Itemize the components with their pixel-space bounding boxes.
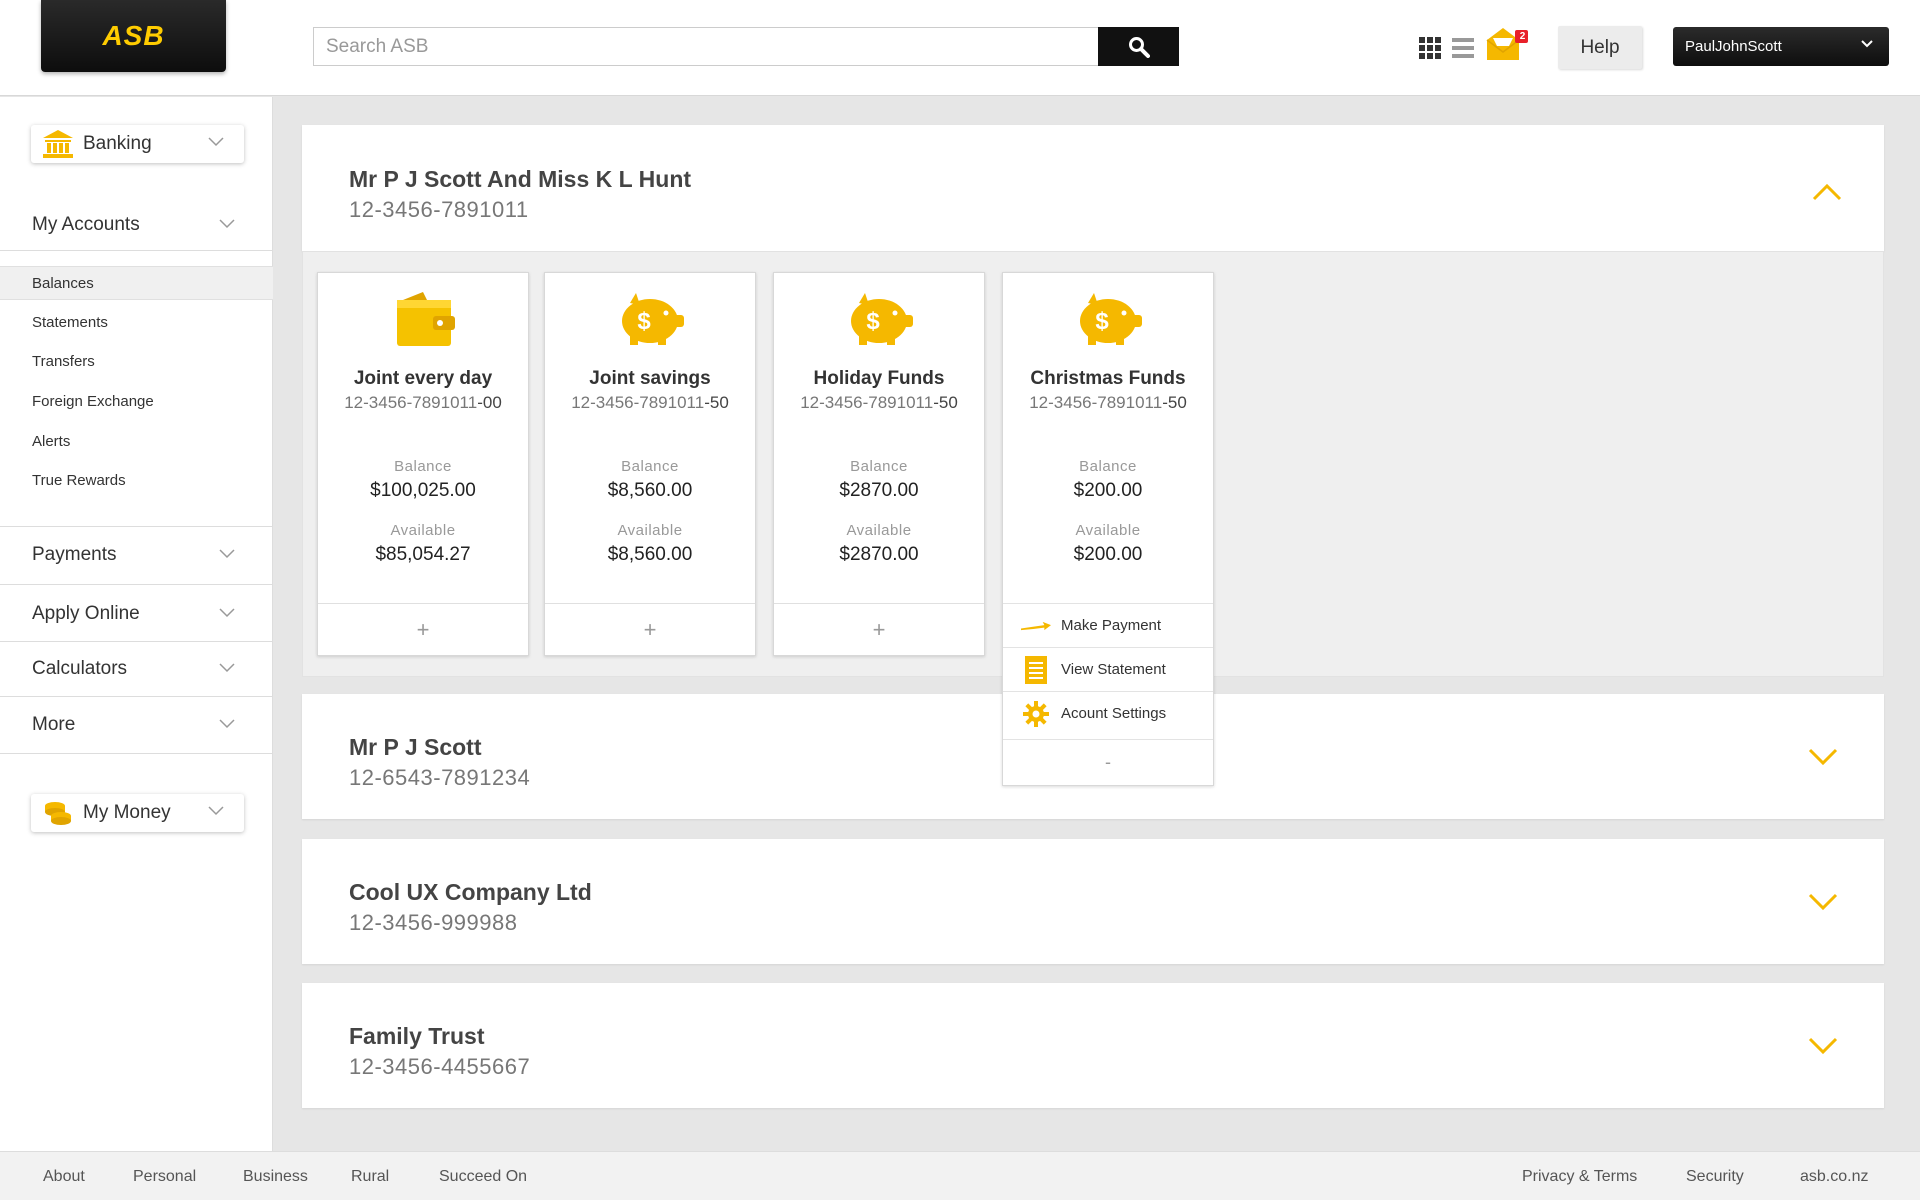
- balance-value: $8,560.00: [607, 480, 693, 501]
- account-group-name: Family Trust: [349, 1023, 485, 1049]
- available-value: $200.00: [1073, 544, 1143, 565]
- balance-value: $200.00: [1073, 480, 1143, 501]
- nav-apply-online[interactable]: Apply Online: [0, 586, 273, 642]
- gear-icon: [1021, 700, 1051, 727]
- account-group-name: Cool UX Company Ltd: [349, 879, 592, 905]
- chevron-down-icon: [219, 663, 235, 673]
- account-settings-menu-item[interactable]: Acount Settings: [1003, 691, 1213, 735]
- expand-card-button[interactable]: +: [318, 603, 528, 655]
- svg-text:$: $: [637, 308, 651, 335]
- divider: [0, 584, 273, 585]
- balance-value: $2870.00: [839, 480, 919, 501]
- sidebar-item-alerts[interactable]: Alerts: [0, 424, 273, 458]
- footer-link-business[interactable]: Business: [243, 1168, 308, 1186]
- nav-more[interactable]: More: [0, 697, 273, 753]
- account-group-number: 12-3456-7891011: [349, 197, 529, 222]
- messages-icon[interactable]: 2: [1485, 24, 1531, 67]
- footer-link-security[interactable]: Security: [1686, 1168, 1744, 1186]
- make-payment-menu-item[interactable]: Make Payment: [1003, 603, 1213, 647]
- collapse-card-button[interactable]: -: [1003, 739, 1213, 785]
- divider: [0, 753, 273, 754]
- coins-icon: [45, 802, 71, 825]
- search-button[interactable]: [1098, 27, 1179, 66]
- available-value: $2870.00: [839, 544, 919, 565]
- account-card[interactable]: $ Joint savings 12-3456-7891011-50 Balan…: [544, 272, 756, 656]
- sidebar-item-transfers[interactable]: Transfers: [0, 344, 273, 378]
- wallet-icon: [389, 289, 459, 349]
- footer-link-about[interactable]: About: [43, 1168, 85, 1186]
- piggy-bank-icon: $: [1074, 289, 1144, 349]
- svg-text:$: $: [866, 308, 880, 335]
- available-value: $85,054.27: [375, 544, 471, 565]
- chevron-down-icon: [208, 806, 224, 816]
- sidebar-item-foreign-exchange[interactable]: Foreign Exchange: [0, 384, 273, 418]
- divider: [0, 250, 273, 251]
- account-group-header[interactable]: Mr P J Scott And Miss K L Hunt 12-3456-7…: [302, 125, 1884, 251]
- asb-logo[interactable]: ASB: [41, 0, 226, 72]
- nav-calculators[interactable]: Calculators: [0, 641, 273, 697]
- expand-card-button[interactable]: +: [774, 603, 984, 655]
- account-group-header[interactable]: Cool UX Company Ltd 12-3456-999988: [302, 839, 1884, 964]
- chevron-down-icon[interactable]: [1808, 748, 1838, 766]
- sidebar-item-balances[interactable]: Balances: [0, 266, 273, 300]
- footer-link-succeed-on[interactable]: Succeed On: [439, 1168, 527, 1186]
- user-menu-button[interactable]: PaulJohnScott: [1673, 27, 1889, 66]
- chevron-down-icon[interactable]: [1808, 893, 1838, 911]
- account-group-number: 12-6543-7891234: [349, 765, 531, 790]
- list-view-icon[interactable]: [1452, 38, 1474, 63]
- account-card-expanded[interactable]: $ Christmas Funds 12-3456-7891011-50 Bal…: [1002, 272, 1214, 786]
- search-icon: [1128, 36, 1150, 58]
- chevron-down-icon: [1861, 40, 1873, 48]
- sidebar: Banking My Accounts Balances Statements …: [0, 97, 273, 1151]
- account-number: 12-3456-7891011-50: [800, 393, 958, 412]
- statement-icon: [1021, 655, 1051, 685]
- view-statement-menu-item[interactable]: View Statement: [1003, 647, 1213, 691]
- notification-badge: 2: [1519, 31, 1526, 42]
- account-number: 12-3456-7891011-50: [571, 393, 729, 412]
- grid-view-icon[interactable]: [1419, 37, 1441, 64]
- bank-icon: [43, 130, 73, 158]
- top-header: ASB 2 Help PaulJohnScott: [0, 0, 1920, 96]
- sidebar-item-statements[interactable]: Statements: [0, 305, 273, 339]
- sidebar-item-true-rewards[interactable]: True Rewards: [0, 463, 273, 497]
- chevron-down-icon: [219, 549, 235, 559]
- chevron-down-icon[interactable]: [1808, 1037, 1838, 1055]
- help-button[interactable]: Help: [1558, 26, 1642, 69]
- piggy-bank-icon: $: [616, 289, 686, 349]
- footer-link-privacy-terms[interactable]: Privacy & Terms: [1522, 1168, 1637, 1186]
- account-group-name: Mr P J Scott: [349, 734, 482, 760]
- piggy-bank-icon: $: [845, 289, 915, 349]
- footer-link-personal[interactable]: Personal: [133, 1168, 196, 1186]
- account-number: 12-3456-7891011-50: [1029, 393, 1187, 412]
- account-number: 12-3456-7891011-00: [344, 393, 502, 412]
- chevron-down-icon: [219, 608, 235, 618]
- account-card[interactable]: Joint every day 12-3456-7891011-00 Balan…: [317, 272, 529, 656]
- search-bar: [313, 27, 1179, 66]
- account-group-name: Mr P J Scott And Miss K L Hunt: [349, 166, 692, 192]
- balance-value: $100,025.00: [370, 480, 476, 501]
- available-value: $8,560.00: [607, 544, 693, 565]
- banking-selector[interactable]: Banking: [31, 125, 244, 163]
- chevron-down-icon: [208, 137, 224, 147]
- account-group-header[interactable]: Family Trust 12-3456-4455667: [302, 983, 1884, 1108]
- chevron-down-icon: [219, 719, 235, 729]
- footer-link-asb-site[interactable]: asb.co.nz: [1800, 1168, 1868, 1186]
- account-group-number: 12-3456-4455667: [349, 1054, 531, 1079]
- nav-my-accounts[interactable]: My Accounts: [0, 197, 273, 253]
- payment-arrow-icon: [1021, 619, 1051, 633]
- chevron-down-icon: [219, 219, 235, 229]
- page-footer: About Personal Business Rural Succeed On…: [0, 1151, 1920, 1200]
- account-card[interactable]: $ Holiday Funds 12-3456-7891011-50 Balan…: [773, 272, 985, 656]
- svg-text:$: $: [1095, 308, 1109, 335]
- my-money-selector[interactable]: My Money: [31, 794, 244, 832]
- expand-card-button[interactable]: +: [545, 603, 755, 655]
- chevron-up-icon[interactable]: [1812, 183, 1842, 201]
- account-group-number: 12-3456-999988: [349, 910, 518, 935]
- nav-payments[interactable]: Payments: [0, 527, 273, 583]
- search-input[interactable]: [314, 28, 1098, 65]
- footer-link-rural[interactable]: Rural: [351, 1168, 389, 1186]
